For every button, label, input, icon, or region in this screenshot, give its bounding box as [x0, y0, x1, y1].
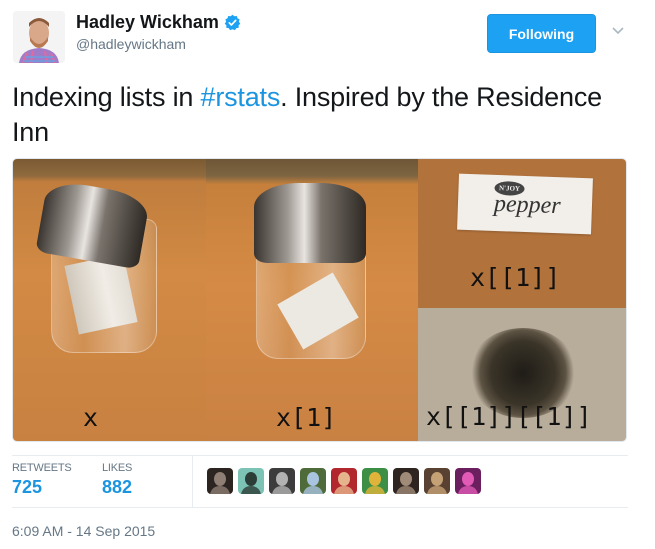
avatar-photo-icon [13, 11, 65, 63]
retweets-stat[interactable]: RETWEETS 725 [12, 462, 72, 498]
liker-avatars [207, 468, 481, 494]
liker-avatar[interactable] [331, 468, 357, 494]
likes-stat[interactable]: LIKES 882 [102, 462, 132, 498]
panel-label-x11: x[[1]] [470, 263, 561, 292]
liker-avatar[interactable] [207, 468, 233, 494]
liker-avatar[interactable] [362, 468, 388, 494]
tweet-text-start: Indexing lists in [12, 82, 201, 112]
media-panel-x1: x[1] [206, 159, 418, 441]
media-panel-x11: N'JOY pepper x[[1]] [418, 159, 626, 308]
author-avatar[interactable] [13, 11, 65, 63]
shaker-cap [254, 183, 366, 263]
sachet-text: pepper [493, 190, 562, 220]
retweets-count: 725 [12, 477, 43, 497]
divider [12, 455, 628, 456]
media-panel-x1111: x[[1]][[1]] [418, 308, 626, 441]
tweet-text: Indexing lists in #rstats. Inspired by t… [12, 80, 632, 150]
likes-count: 882 [102, 477, 133, 497]
pepper-sachet: N'JOY pepper [457, 173, 593, 235]
author-name-text: Hadley Wickham [76, 12, 219, 32]
following-button[interactable]: Following [487, 14, 596, 53]
verified-badge-icon [224, 14, 241, 31]
liker-avatar[interactable] [269, 468, 295, 494]
liker-avatar[interactable] [455, 468, 481, 494]
author-name[interactable]: Hadley Wickham [76, 12, 241, 33]
liker-avatar[interactable] [393, 468, 419, 494]
divider [192, 456, 193, 507]
tweet-timestamp[interactable]: 6:09 AM - 14 Sep 2015 [12, 523, 155, 539]
liker-avatar[interactable] [300, 468, 326, 494]
hashtag-link[interactable]: #rstats [201, 82, 281, 112]
panel-label-x1111: x[[1]][[1]] [426, 402, 592, 431]
retweets-label: RETWEETS [12, 462, 72, 474]
media-panel-x: x [13, 159, 206, 441]
tweet-media[interactable]: x x[1] N'JOY pepper x[[1]] x[[1]][[1]] [12, 158, 627, 442]
likes-label: LIKES [102, 462, 133, 474]
liker-avatar[interactable] [238, 468, 264, 494]
panel-label-x1: x[1] [276, 403, 337, 432]
liker-avatar[interactable] [424, 468, 450, 494]
chevron-down-icon[interactable] [611, 26, 625, 36]
panel-label-x: x [83, 403, 99, 432]
author-handle[interactable]: @hadleywickham [76, 36, 186, 52]
divider [12, 507, 628, 508]
